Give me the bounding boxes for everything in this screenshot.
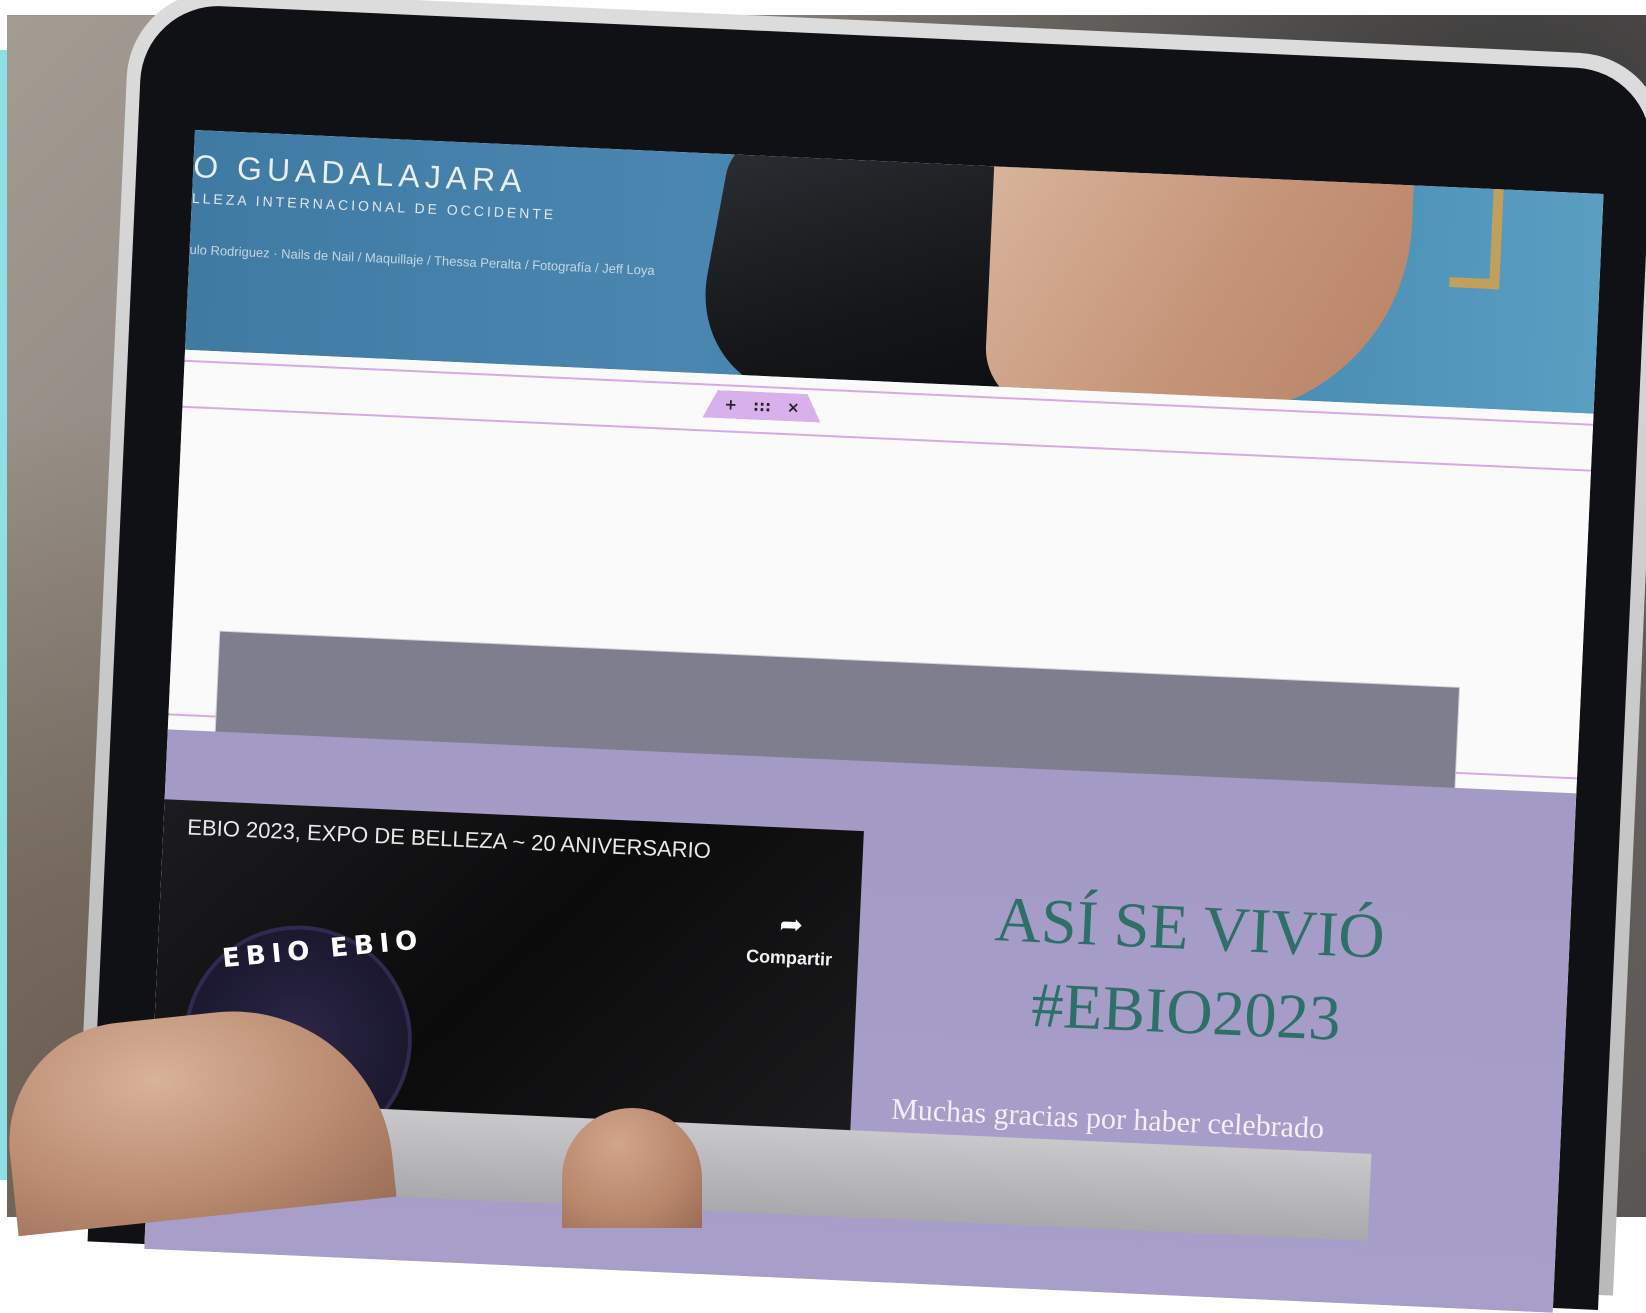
- section-toolbar: + ::: ×: [702, 389, 821, 422]
- share-button[interactable]: Compartir: [746, 946, 833, 971]
- hero-credits: ulo Rodriguez · Nails de Nail / Maquilla…: [189, 241, 656, 278]
- left-edge-strip: [0, 50, 7, 1180]
- drag-handle-icon[interactable]: :::: [753, 397, 772, 416]
- video-title[interactable]: EBIO 2023, EXPO DE BELLEZA ~ 20 ANIVERSA…: [187, 814, 712, 864]
- promo-title: ASÍ SE VIVIÓ #EBIO2023: [954, 876, 1421, 1065]
- close-icon[interactable]: ×: [787, 398, 800, 417]
- editor-section: YOUR WEB BANNER HERE: [167, 349, 1594, 988]
- share-arrow-icon[interactable]: ➦: [779, 907, 804, 941]
- add-section-icon[interactable]: +: [724, 395, 737, 414]
- hero-frame-decoration: [1449, 177, 1505, 290]
